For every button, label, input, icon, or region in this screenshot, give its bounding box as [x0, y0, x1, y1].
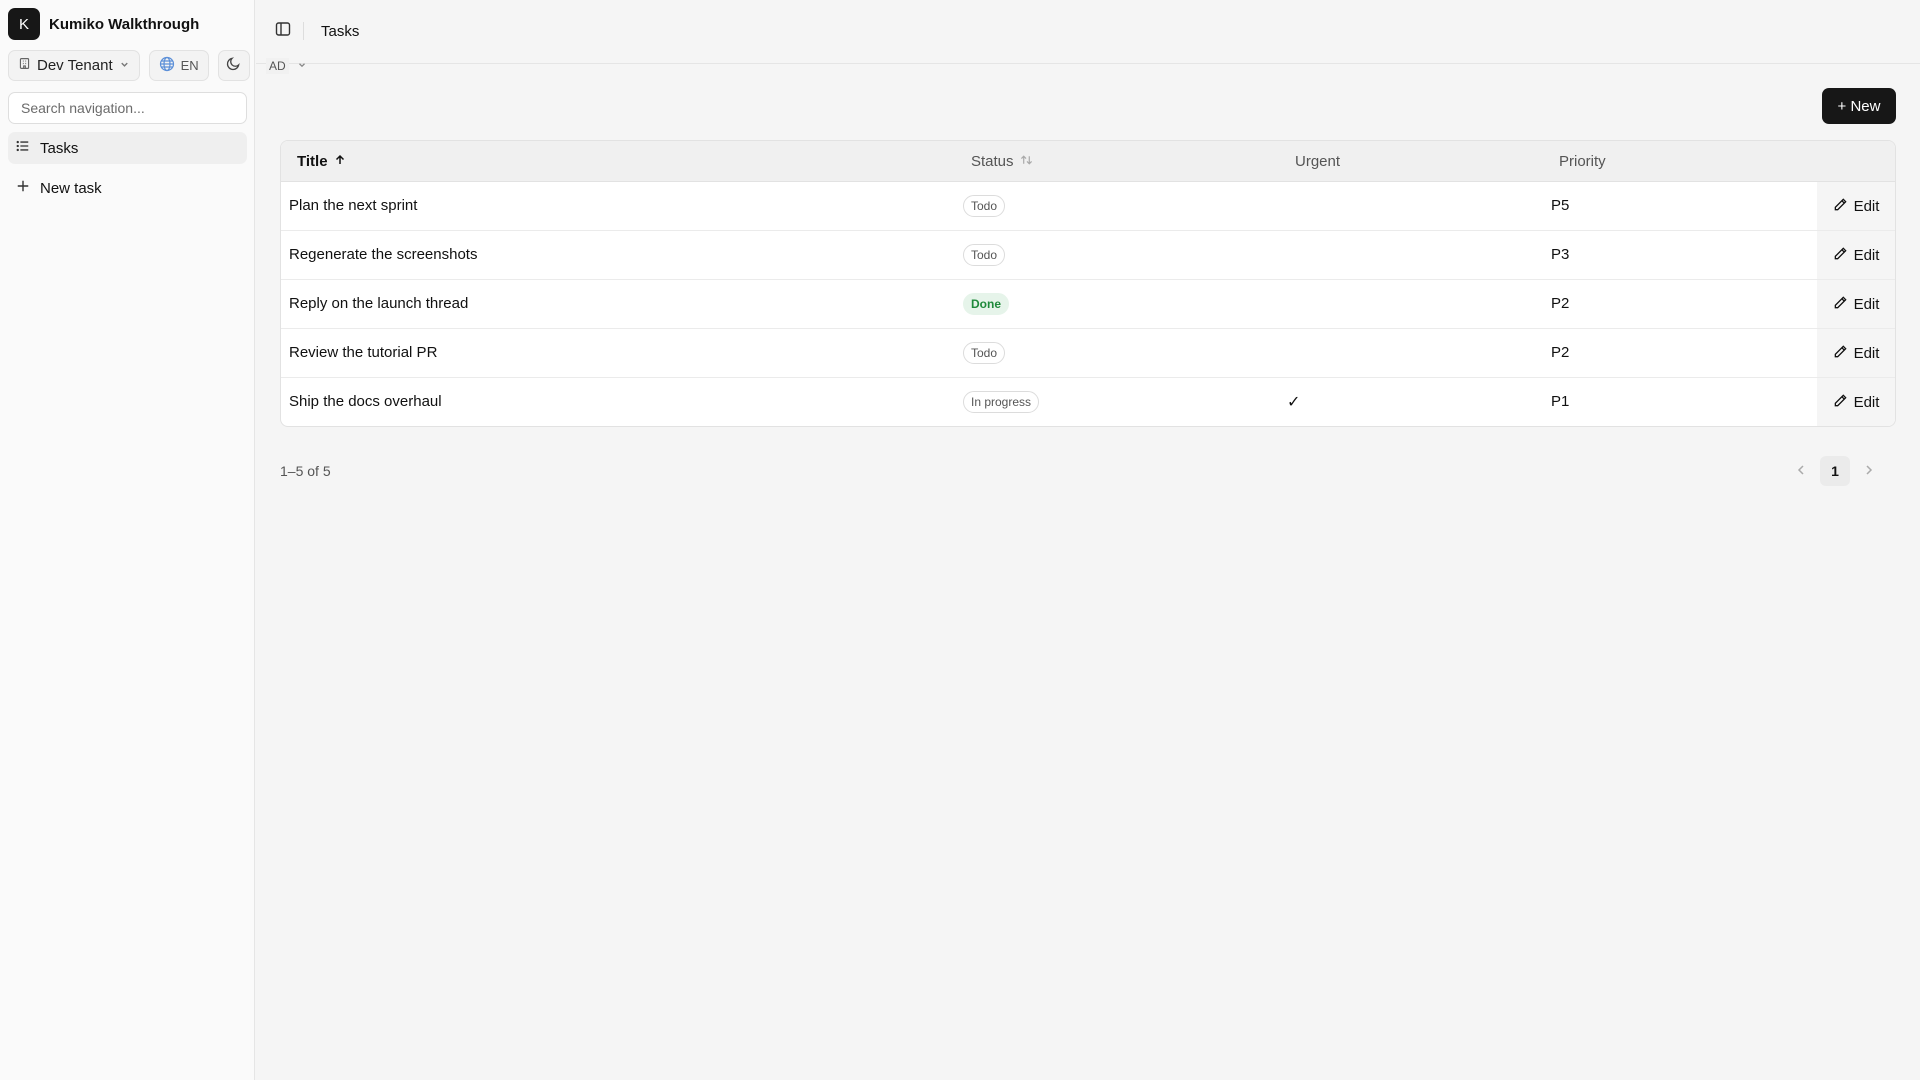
urgent-indicator: ✓ [1287, 394, 1301, 411]
task-title: Plan the next sprint [289, 197, 418, 214]
avatar: AD [266, 57, 289, 74]
column-priority-label: Priority [1559, 153, 1606, 170]
chevron-left-icon[interactable] [1796, 463, 1806, 479]
pencil-icon [1833, 344, 1848, 363]
column-header-urgent: Urgent [1295, 153, 1340, 170]
plus-icon [16, 179, 30, 197]
language-selector[interactable]: EN [148, 50, 209, 81]
list-icon [16, 139, 30, 157]
sort-ascending-icon [334, 153, 346, 170]
edit-label: Edit [1853, 246, 1880, 264]
status-cell: Done [963, 293, 1009, 315]
sidebar-controls: Dev Tenant EN [8, 50, 250, 81]
column-urgent-label: Urgent [1295, 153, 1341, 170]
chevron-down-icon [297, 57, 307, 74]
table-row[interactable]: Ship the docs overhaul In progress ✓ P1 … [281, 378, 1895, 426]
pencil-icon [1833, 197, 1848, 216]
edit-button[interactable]: Edit [1817, 329, 1895, 377]
app-name: Kumiko Walkthrough [49, 15, 200, 33]
edit-button[interactable]: Edit [1817, 280, 1895, 328]
language-label: EN [180, 58, 199, 73]
edit-button[interactable]: Edit [1817, 182, 1895, 230]
app-brand[interactable]: K Kumiko Walkthrough [8, 8, 199, 40]
status-badge: Done [963, 293, 1009, 315]
tenant-label: Dev Tenant [37, 57, 113, 74]
moon-icon [226, 56, 241, 75]
chevron-right-icon[interactable] [1864, 463, 1874, 479]
user-menu[interactable]: AD [266, 57, 307, 74]
column-header-priority: Priority [1559, 153, 1606, 170]
table-row[interactable]: Review the tutorial PR Todo P2 Edit [281, 329, 1895, 378]
pencil-icon [1833, 246, 1848, 265]
edit-button[interactable]: Edit [1817, 231, 1895, 279]
column-status-label: Status [971, 153, 1014, 170]
status-badge: In progress [963, 391, 1040, 413]
column-header-title[interactable]: Title [297, 153, 346, 170]
priority-value: P3 [1551, 246, 1570, 263]
theme-toggle[interactable] [217, 50, 250, 81]
status-cell: Todo [963, 195, 1006, 217]
edit-label: Edit [1853, 344, 1880, 362]
sidebar-item-label: Tasks [40, 139, 79, 157]
table-header: Title Status Urgent Priority [281, 141, 1895, 182]
task-title: Review the tutorial PR [289, 344, 438, 361]
status-badge: Todo [963, 244, 1006, 266]
chevron-down-icon [119, 57, 130, 74]
status-cell: Todo [963, 342, 1006, 364]
task-title: Regenerate the screenshots [289, 246, 478, 263]
pagination-summary: 1–5 of 5 [280, 463, 331, 479]
search-navigation-input[interactable] [8, 92, 247, 124]
status-badge: Todo [963, 195, 1006, 217]
sidebar: K Kumiko Walkthrough Dev Tenant EN Searc… [0, 0, 255, 1080]
new-task-button[interactable]: + New [1822, 88, 1896, 124]
priority-value: P2 [1551, 295, 1570, 312]
sidebar-item-tasks[interactable]: Tasks [8, 132, 247, 164]
status-cell: Todo [963, 244, 1006, 266]
building-icon [18, 57, 31, 74]
priority-value: P1 [1551, 393, 1570, 410]
pencil-icon [1833, 295, 1848, 314]
globe-icon [159, 56, 175, 75]
sidebar-panel-icon [275, 21, 291, 41]
pencil-icon [1833, 393, 1848, 412]
column-header-status[interactable]: Status [971, 153, 1033, 170]
sidebar-toggle-button[interactable] [272, 20, 294, 42]
status-badge: Todo [963, 342, 1006, 364]
table-row[interactable]: Plan the next sprint Todo P5 Edit [281, 182, 1895, 231]
app-logo: K [8, 8, 40, 40]
tenant-selector[interactable]: Dev Tenant [8, 50, 140, 81]
page-button[interactable]: 1 [1820, 456, 1850, 486]
sidebar-item-new-task[interactable]: New task [8, 172, 247, 204]
sidebar-item-label: New task [40, 179, 102, 197]
edit-label: Edit [1853, 394, 1880, 411]
pagination: 1 [1796, 456, 1874, 486]
task-title: Reply on the launch thread [289, 295, 469, 312]
table-row[interactable]: Reply on the launch thread Done P2 Edit [281, 280, 1895, 329]
edit-label: Edit [1853, 197, 1880, 215]
divider [303, 22, 304, 40]
task-title: Ship the docs overhaul [289, 393, 442, 410]
tasks-table: Title Status Urgent Priority Plan the ne… [280, 140, 1896, 427]
status-cell: In progress [963, 391, 1040, 413]
priority-value: P5 [1551, 197, 1570, 214]
table-row[interactable]: Regenerate the screenshots Todo P3 Edit [281, 231, 1895, 280]
sort-icon [1020, 153, 1033, 170]
edit-label: Edit [1853, 295, 1880, 313]
breadcrumb: Tasks [321, 23, 360, 40]
column-title-label: Title [297, 153, 328, 170]
edit-button[interactable]: Edit [1817, 378, 1895, 426]
top-bar: Tasks [256, 0, 1920, 64]
priority-value: P2 [1551, 344, 1570, 361]
